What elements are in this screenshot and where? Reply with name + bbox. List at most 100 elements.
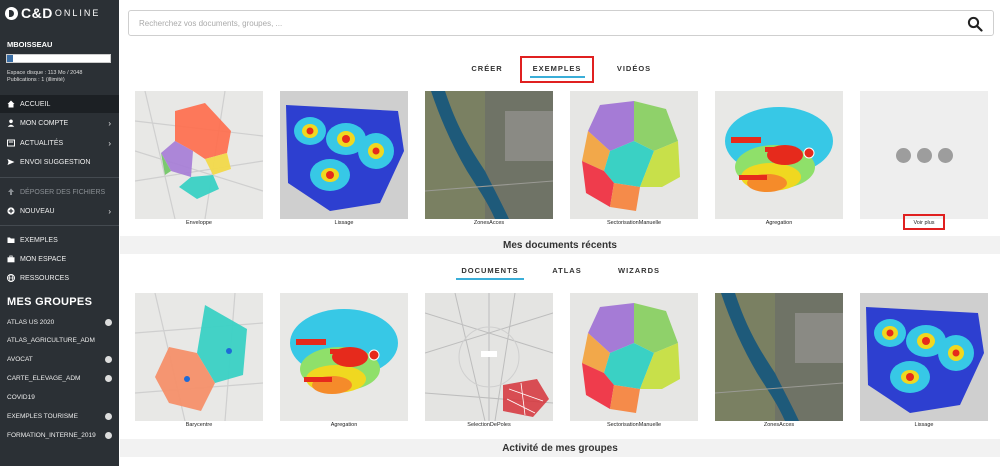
example-thumbnail-agregation[interactable] bbox=[715, 91, 843, 219]
group-label: EXEMPLES TOURISME bbox=[7, 412, 78, 420]
nav-label: RESSOURCES bbox=[20, 274, 70, 282]
tab-wizards[interactable]: WIZARDS bbox=[610, 266, 668, 275]
recent-caption: SelectionDePoles bbox=[467, 422, 511, 428]
group-item[interactable]: COVID19 bbox=[0, 388, 119, 406]
nav-label: DÉPOSER DES FICHIERS bbox=[20, 188, 106, 196]
see-more-tile[interactable] bbox=[860, 91, 988, 219]
example-caption: ZonesAcces bbox=[473, 220, 505, 226]
example-thumbnail-enveloppe[interactable] bbox=[135, 91, 263, 219]
recent-caption: Agregation bbox=[330, 422, 358, 428]
nav-ressources[interactable]: RESSOURCES bbox=[0, 269, 119, 287]
user-icon bbox=[7, 119, 15, 127]
nav-deposer-fichiers[interactable]: DÉPOSER DES FICHIERS bbox=[0, 183, 119, 201]
gear-icon[interactable] bbox=[105, 355, 112, 363]
publications-count: Publications : 1 (illimité) bbox=[7, 77, 65, 83]
recent-thumbnail-zonesacces[interactable] bbox=[715, 293, 843, 421]
example-thumbnail-zonesacces[interactable] bbox=[425, 91, 553, 219]
search-icon[interactable] bbox=[967, 16, 983, 32]
sidebar: C&D ONLINE MBOISSEAU Espace disque : 113… bbox=[0, 0, 119, 466]
recent-thumbnail-barycentre[interactable] bbox=[135, 293, 263, 421]
recent-caption: Barycentre bbox=[185, 422, 213, 428]
logo-suffix: ONLINE bbox=[54, 8, 101, 18]
globe-icon bbox=[7, 274, 15, 282]
recent-thumbnail-sectorisation[interactable] bbox=[570, 293, 698, 421]
nav-mon-compte[interactable]: MON COMPTE › bbox=[0, 114, 119, 132]
disk-info: Espace disque : 113 Mo / 2048 Publicatio… bbox=[7, 70, 82, 84]
group-item[interactable]: FORMATION_INTERNE_2019 bbox=[0, 426, 119, 444]
chevron-right-icon: › bbox=[108, 206, 111, 216]
group-label: ATLAS_AGRICULTURE_ADM bbox=[7, 336, 95, 344]
sidebar-divider bbox=[0, 177, 119, 178]
highlight-box bbox=[520, 56, 594, 83]
ellipsis-dot bbox=[916, 147, 932, 163]
group-label: CARTE_ELEVAGE_ADM bbox=[7, 374, 81, 382]
group-item[interactable]: AVOCAT bbox=[0, 350, 119, 368]
recent-thumbnail-selectiondepoles[interactable] bbox=[425, 293, 553, 421]
logo-icon bbox=[5, 6, 18, 20]
example-caption: Enveloppe bbox=[186, 220, 212, 226]
recent-caption: Lissage bbox=[914, 422, 934, 428]
app-logo[interactable]: C&D ONLINE bbox=[5, 5, 100, 21]
tab-creer[interactable]: CRÉER bbox=[462, 64, 512, 73]
tab-documents[interactable]: DOCUMENTS bbox=[456, 266, 524, 275]
news-icon bbox=[7, 139, 15, 147]
recent-thumbnail-lissage[interactable] bbox=[860, 293, 988, 421]
nav-label: ACCUEIL bbox=[20, 100, 51, 108]
username: MBOISSEAU bbox=[7, 40, 53, 49]
nav-label: ACTUALITÉS bbox=[20, 139, 64, 147]
example-caption: Agregation bbox=[765, 220, 793, 226]
folder-icon bbox=[7, 236, 15, 244]
recent-section-title: Mes documents récents bbox=[120, 236, 1000, 254]
gear-icon[interactable] bbox=[105, 412, 112, 420]
group-item[interactable]: CARTE_ELEVAGE_ADM bbox=[0, 369, 119, 387]
nav-label: ENVOI SUGGESTION bbox=[20, 158, 91, 166]
search-bar bbox=[128, 10, 994, 36]
home-icon bbox=[7, 100, 15, 108]
tab-atlas[interactable]: ATLAS bbox=[546, 266, 588, 275]
group-item[interactable]: ATLAS_AGRICULTURE_ADM bbox=[0, 331, 119, 349]
example-caption: SectorisationManuelle bbox=[606, 220, 662, 226]
briefcase-icon bbox=[7, 255, 15, 263]
disk-quota-fill bbox=[7, 55, 14, 62]
group-label: ATLAS US 2020 bbox=[7, 318, 55, 326]
nav-mon-espace[interactable]: MON ESPACE bbox=[0, 250, 119, 268]
nav-label: MON COMPTE bbox=[20, 119, 69, 127]
tab-videos[interactable]: VIDÉOS bbox=[608, 64, 660, 73]
ellipsis-dot bbox=[937, 147, 953, 163]
search-input[interactable] bbox=[139, 16, 939, 30]
groups-title: MES GROUPES bbox=[7, 296, 93, 308]
logo-brand: C&D bbox=[21, 5, 53, 21]
example-caption: Lissage bbox=[334, 220, 354, 226]
nav-exemples[interactable]: EXEMPLES bbox=[0, 231, 119, 249]
gear-icon[interactable] bbox=[105, 318, 112, 326]
nav-actualites[interactable]: ACTUALITÉS › bbox=[0, 134, 119, 152]
chevron-right-icon: › bbox=[108, 118, 111, 128]
disk-usage: Espace disque : 113 Mo / 2048 bbox=[7, 70, 83, 76]
disk-quota-bar bbox=[6, 54, 111, 63]
chevron-right-icon: › bbox=[108, 138, 111, 148]
highlight-box bbox=[903, 214, 945, 230]
gear-icon[interactable] bbox=[105, 374, 112, 382]
recent-caption: SectorisationManuelle bbox=[606, 422, 662, 428]
nav-nouveau[interactable]: NOUVEAU › bbox=[0, 202, 119, 220]
ellipsis-dot bbox=[895, 147, 911, 163]
upload-icon bbox=[7, 188, 15, 196]
nav-envoi-suggestion[interactable]: ENVOI SUGGESTION bbox=[0, 153, 119, 171]
sidebar-divider bbox=[0, 225, 119, 226]
group-item[interactable]: ATLAS US 2020 bbox=[0, 313, 119, 331]
recent-thumbnail-agregation[interactable] bbox=[280, 293, 408, 421]
recent-caption: ZonesAcces bbox=[763, 422, 795, 428]
activity-section-title: Activité de mes groupes bbox=[120, 439, 1000, 457]
example-thumbnail-lissage[interactable] bbox=[280, 91, 408, 219]
nav-label: EXEMPLES bbox=[20, 236, 58, 244]
example-thumbnail-sectorisation[interactable] bbox=[570, 91, 698, 219]
nav-accueil[interactable]: ACCUEIL bbox=[0, 95, 119, 113]
nav-label: NOUVEAU bbox=[20, 207, 55, 215]
group-label: COVID19 bbox=[7, 393, 35, 401]
tab-active-underline bbox=[456, 278, 524, 280]
group-label: AVOCAT bbox=[7, 355, 33, 363]
group-label: FORMATION_INTERNE_2019 bbox=[7, 431, 96, 439]
send-icon bbox=[7, 158, 15, 166]
group-item[interactable]: EXEMPLES TOURISME bbox=[0, 407, 119, 425]
gear-icon[interactable] bbox=[105, 431, 112, 439]
